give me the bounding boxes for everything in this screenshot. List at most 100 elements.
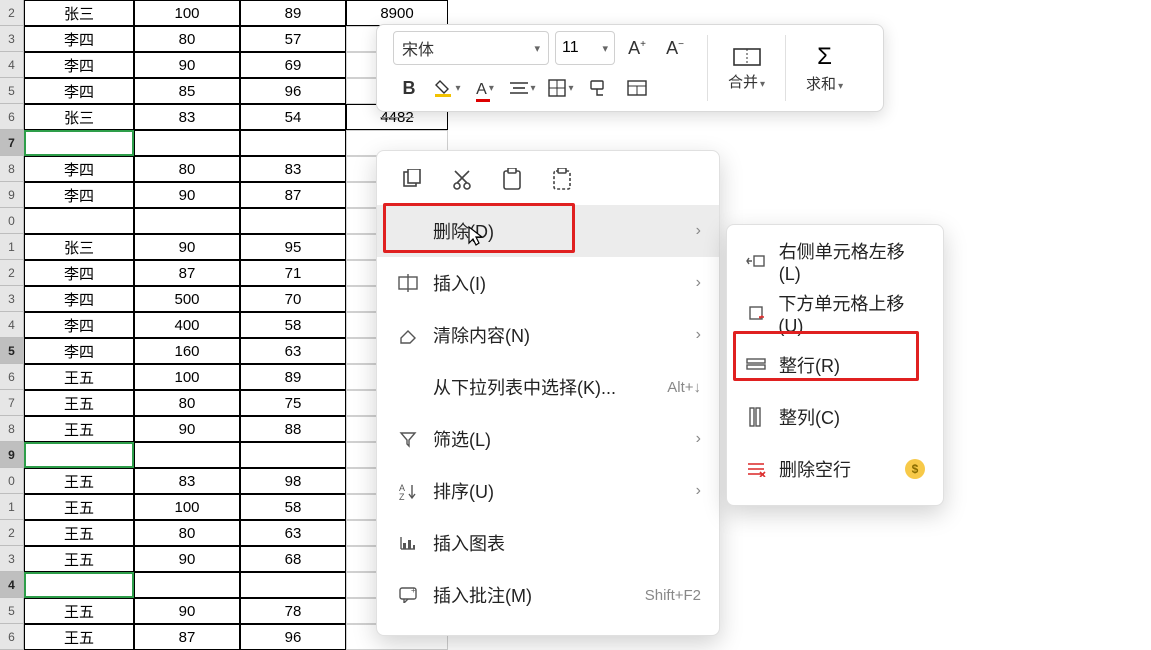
cell[interactable]: 王五: [24, 598, 134, 624]
cell[interactable]: 80: [134, 26, 240, 52]
cell[interactable]: 王五: [24, 520, 134, 546]
row-header[interactable]: 0: [0, 468, 24, 494]
cell[interactable]: [134, 442, 240, 468]
cell[interactable]: 78: [240, 598, 346, 624]
cell[interactable]: [24, 130, 134, 156]
row-header[interactable]: 6: [0, 104, 24, 130]
cell[interactable]: [134, 130, 240, 156]
row-header[interactable]: 2: [0, 260, 24, 286]
row-header[interactable]: 2: [0, 520, 24, 546]
cell[interactable]: 89: [240, 364, 346, 390]
cell[interactable]: [24, 208, 134, 234]
cell[interactable]: 100: [134, 494, 240, 520]
cell[interactable]: [240, 130, 346, 156]
cell[interactable]: [24, 442, 134, 468]
font-family-select[interactable]: 宋体 ▾: [393, 31, 549, 65]
row-header[interactable]: 8: [0, 416, 24, 442]
cell[interactable]: 80: [134, 156, 240, 182]
cell[interactable]: 100: [134, 364, 240, 390]
merge-button[interactable]: 合并▾: [718, 31, 775, 105]
cell[interactable]: 57: [240, 26, 346, 52]
cut-icon[interactable]: [447, 165, 477, 195]
cell[interactable]: 王五: [24, 364, 134, 390]
paste-special-icon[interactable]: [547, 165, 577, 195]
submenu-shift-up[interactable]: 下方单元格上移(U): [727, 287, 943, 339]
cell[interactable]: 90: [134, 546, 240, 572]
cell[interactable]: [134, 572, 240, 598]
cell[interactable]: 90: [134, 52, 240, 78]
cell[interactable]: 李四: [24, 26, 134, 52]
cell[interactable]: 83: [134, 468, 240, 494]
row-header[interactable]: 3: [0, 286, 24, 312]
menu-insert[interactable]: 插入(I) ›: [377, 257, 719, 309]
cell[interactable]: 58: [240, 494, 346, 520]
row-header[interactable]: 5: [0, 78, 24, 104]
cell[interactable]: 王五: [24, 390, 134, 416]
row-header[interactable]: 4: [0, 572, 24, 598]
row-header[interactable]: 0: [0, 208, 24, 234]
cell[interactable]: 87: [134, 624, 240, 650]
row-header[interactable]: 1: [0, 234, 24, 260]
cell[interactable]: 95: [240, 234, 346, 260]
submenu-shift-left[interactable]: 右侧单元格左移(L): [727, 235, 943, 287]
align-button[interactable]: ▾: [507, 72, 539, 104]
row-header[interactable]: 3: [0, 546, 24, 572]
cell[interactable]: 71: [240, 260, 346, 286]
cell[interactable]: [134, 208, 240, 234]
menu-insert-comment[interactable]: + 插入批注(M) Shift+F2: [377, 569, 719, 621]
cell[interactable]: 90: [134, 416, 240, 442]
cell[interactable]: 李四: [24, 260, 134, 286]
cell[interactable]: 张三: [24, 104, 134, 130]
cell[interactable]: 100: [134, 0, 240, 26]
cell[interactable]: 500: [134, 286, 240, 312]
row-header[interactable]: 5: [0, 338, 24, 364]
row-header[interactable]: 5: [0, 598, 24, 624]
increase-font-button[interactable]: A+: [621, 32, 653, 64]
border-button[interactable]: ▾: [545, 72, 577, 104]
paste-icon[interactable]: [497, 165, 527, 195]
autosum-button[interactable]: Σ 求和▾: [796, 31, 853, 105]
cell[interactable]: 90: [134, 182, 240, 208]
cell[interactable]: [24, 572, 134, 598]
cell[interactable]: 李四: [24, 182, 134, 208]
bold-button[interactable]: B: [393, 72, 425, 104]
menu-sort[interactable]: AZ 排序(U) ›: [377, 465, 719, 517]
cell[interactable]: 李四: [24, 312, 134, 338]
decrease-font-button[interactable]: A−: [659, 32, 691, 64]
row-header[interactable]: 7: [0, 390, 24, 416]
format-painter-button[interactable]: [583, 72, 615, 104]
cell[interactable]: 88: [240, 416, 346, 442]
cell[interactable]: 400: [134, 312, 240, 338]
cell[interactable]: 80: [134, 390, 240, 416]
cell[interactable]: 王五: [24, 546, 134, 572]
cell[interactable]: [240, 442, 346, 468]
cell[interactable]: 87: [240, 182, 346, 208]
row-header[interactable]: 1: [0, 494, 24, 520]
row-header[interactable]: 2: [0, 0, 24, 26]
cell[interactable]: 李四: [24, 156, 134, 182]
row-header[interactable]: 3: [0, 26, 24, 52]
menu-filter[interactable]: 筛选(L) ›: [377, 413, 719, 465]
row-header[interactable]: 6: [0, 624, 24, 650]
cell[interactable]: 96: [240, 624, 346, 650]
cell[interactable]: 李四: [24, 78, 134, 104]
cell[interactable]: 王五: [24, 468, 134, 494]
cell[interactable]: 李四: [24, 286, 134, 312]
cell[interactable]: 160: [134, 338, 240, 364]
cell[interactable]: 69: [240, 52, 346, 78]
cell[interactable]: 李四: [24, 338, 134, 364]
cell[interactable]: 63: [240, 520, 346, 546]
cell[interactable]: 83: [134, 104, 240, 130]
cell[interactable]: 王五: [24, 624, 134, 650]
cell[interactable]: 80: [134, 520, 240, 546]
cell[interactable]: 58: [240, 312, 346, 338]
cell[interactable]: 王五: [24, 494, 134, 520]
submenu-entire-row[interactable]: 整行(R): [727, 339, 943, 391]
row-header[interactable]: 9: [0, 182, 24, 208]
fill-color-button[interactable]: ▾: [431, 72, 463, 104]
cell[interactable]: 70: [240, 286, 346, 312]
menu-delete[interactable]: 删除(D) ›: [377, 205, 719, 257]
cell[interactable]: 89: [240, 0, 346, 26]
copy-icon[interactable]: [397, 165, 427, 195]
cell-format-button[interactable]: [621, 72, 653, 104]
